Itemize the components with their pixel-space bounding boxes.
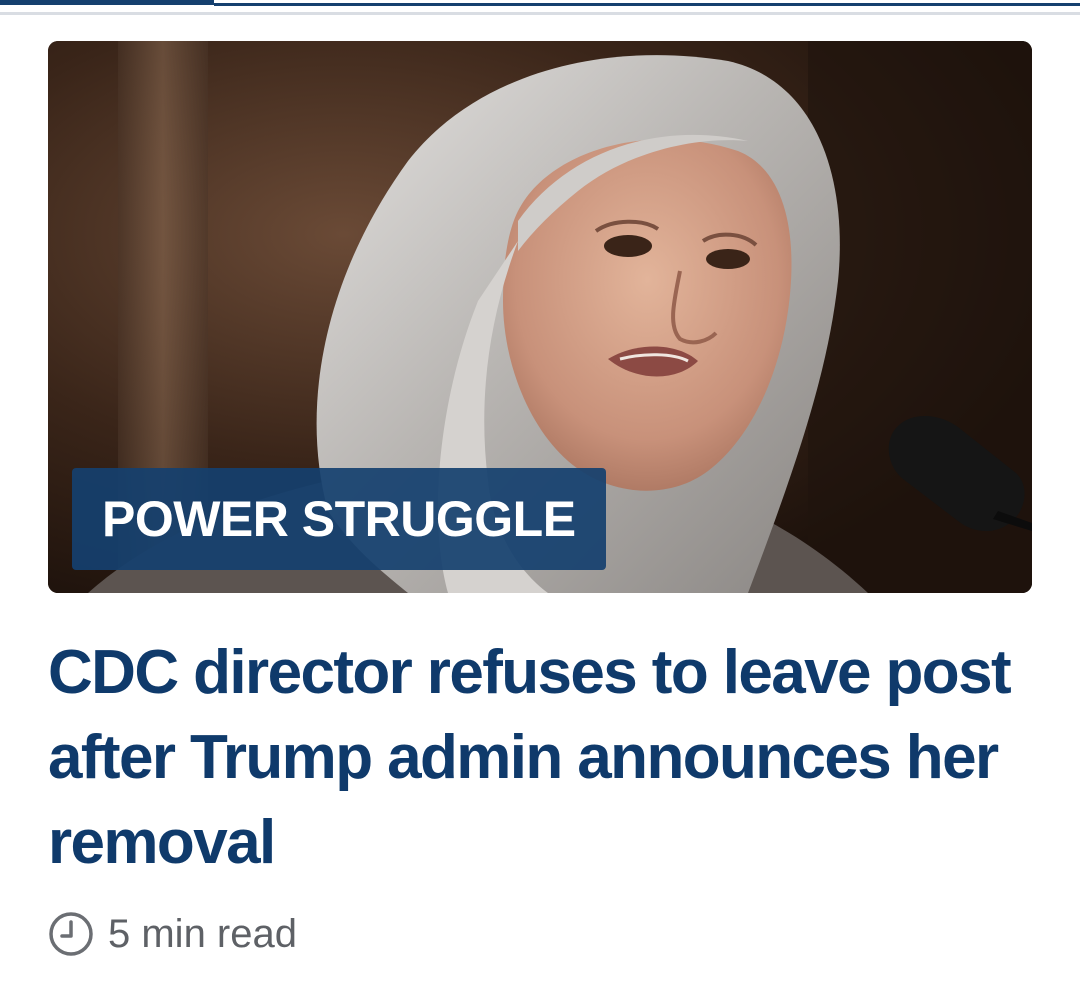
article-hero-image[interactable]: POWER STRUGGLE — [48, 41, 1032, 593]
article-headline[interactable]: CDC director refuses to leave post after… — [48, 630, 1038, 885]
article-meta: 5 min read — [48, 908, 297, 960]
nav-divider — [214, 3, 1080, 6]
read-time-label: 5 min read — [108, 911, 297, 956]
nav-active-indicator — [0, 0, 214, 5]
nav-divider-light — [0, 12, 1080, 15]
clock-icon — [49, 912, 93, 956]
top-nav-bar — [0, 0, 1080, 18]
category-kicker[interactable]: POWER STRUGGLE — [72, 468, 606, 570]
